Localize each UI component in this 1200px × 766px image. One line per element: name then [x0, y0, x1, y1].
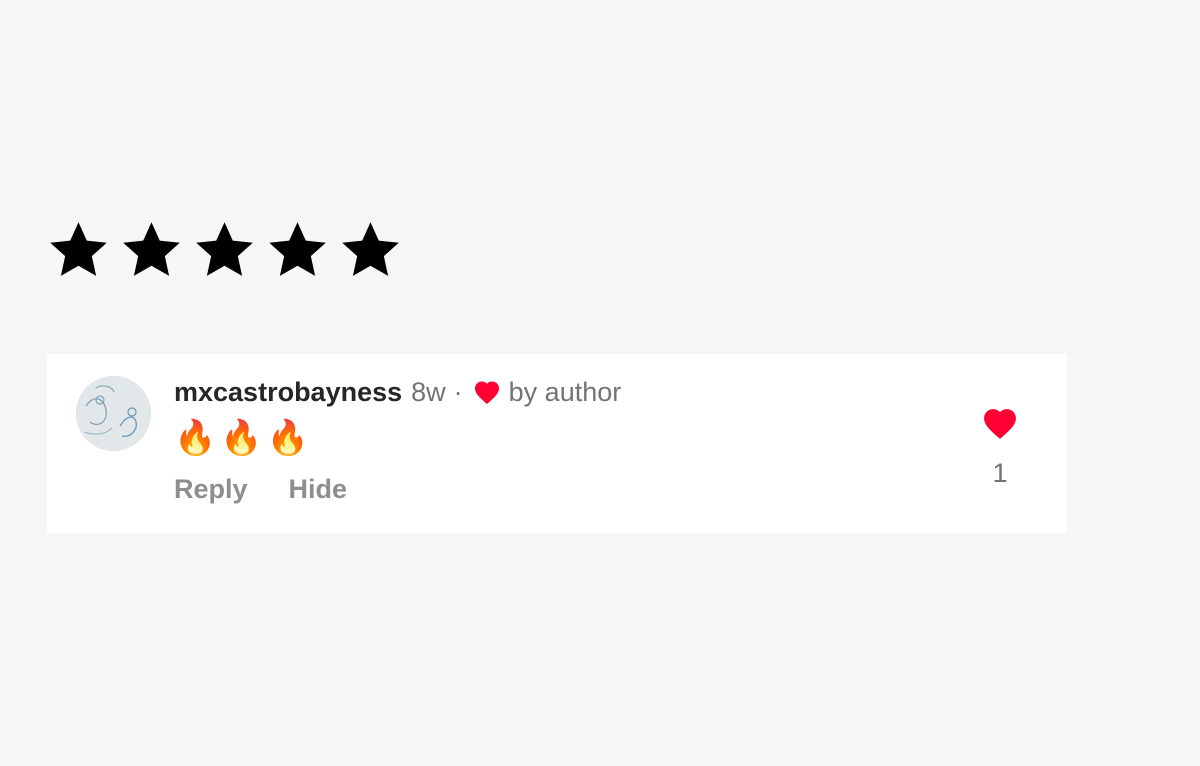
comment-meta: mxcastrobayness 8w · by author — [174, 374, 621, 410]
comment-actions: Reply Hide — [174, 474, 621, 505]
reply-button[interactable]: Reply — [174, 474, 248, 505]
star-icon — [338, 218, 403, 282]
heart-icon — [473, 379, 501, 405]
star-icon — [119, 218, 184, 282]
star-icon — [46, 218, 111, 282]
like-heart-icon[interactable] — [979, 406, 1021, 440]
star-rating — [46, 218, 403, 282]
hide-button[interactable]: Hide — [289, 474, 348, 505]
like-column: 1 — [979, 406, 1021, 489]
like-count: 1 — [992, 458, 1008, 488]
star-icon — [192, 218, 257, 282]
username[interactable]: mxcastrobayness — [174, 377, 402, 408]
liked-by-author-label: by author — [508, 376, 622, 407]
star-icon — [265, 218, 330, 282]
separator-dot: · — [453, 376, 463, 407]
comment-card: mxcastrobayness 8w · by author 🔥🔥🔥 Reply… — [47, 354, 1067, 533]
avatar[interactable] — [76, 376, 151, 451]
comment-body: mxcastrobayness 8w · by author 🔥🔥🔥 Reply… — [174, 374, 621, 505]
comment-time: 8w — [411, 376, 446, 407]
comment-text: 🔥🔥🔥 — [174, 418, 314, 458]
